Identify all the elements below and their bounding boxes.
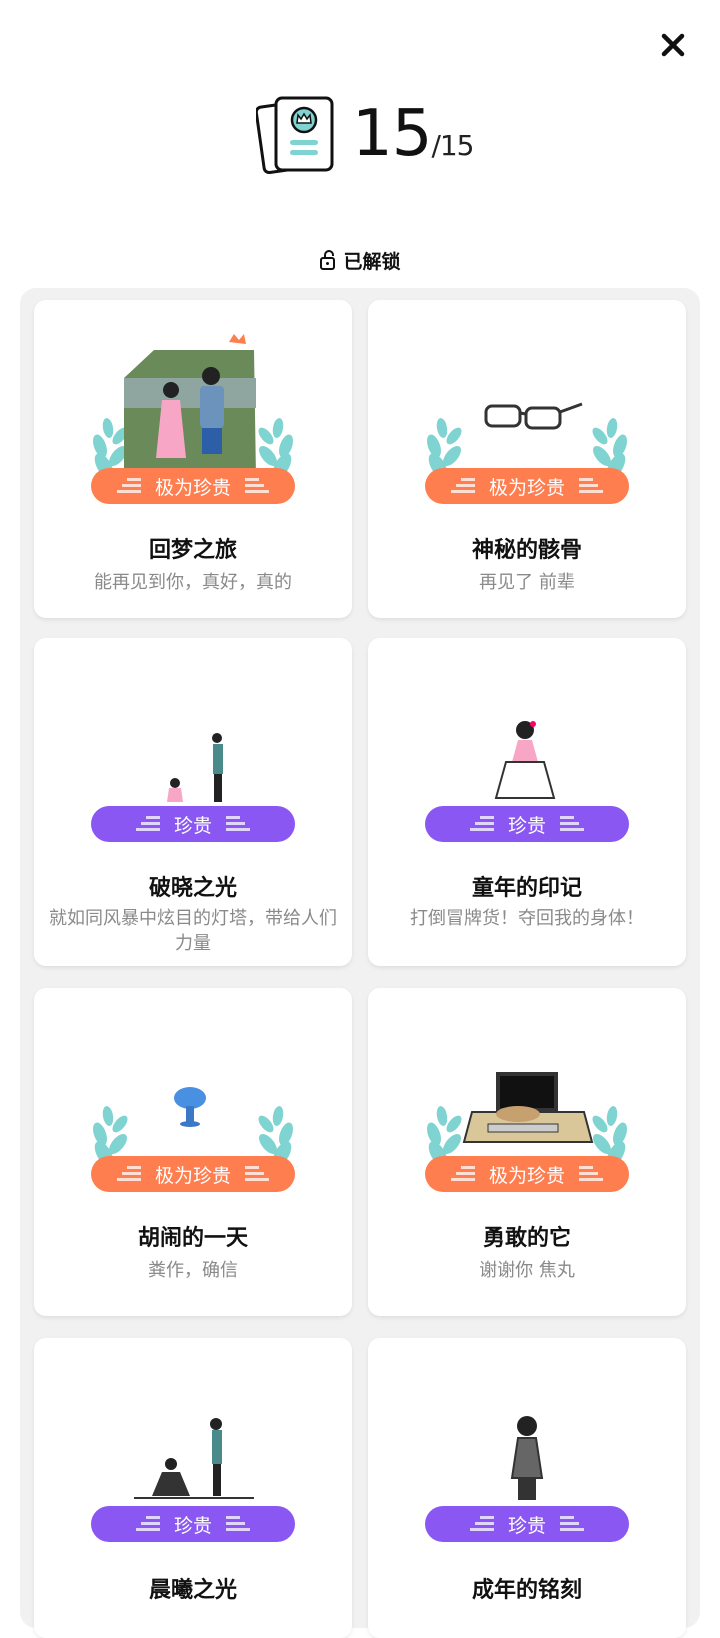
badge-bars-icon <box>135 1516 160 1531</box>
unlocked-count-value: 15 <box>352 97 432 171</box>
rarity-badge: 极为珍贵 <box>91 1156 295 1192</box>
rarity-label: 极为珍贵 <box>154 1164 231 1187</box>
badge-bars-icon <box>116 478 141 493</box>
card-title: 成年的铭刻 <box>471 1578 582 1603</box>
card-grid: 极为珍贵 回梦之旅 能再见到你，真好，真的 极为珍贵 神秘的骸骨 再见了 前辈 … <box>20 288 700 1638</box>
unlocked-filter[interactable]: 已解锁 <box>0 245 720 275</box>
collection-card[interactable]: 极为珍贵 胡闹的一天 粪作，确信 <box>34 988 352 1316</box>
card-art-glasses <box>427 402 627 478</box>
badge-bars-icon <box>245 1166 269 1181</box>
badge-bars-icon <box>469 816 494 831</box>
collection-card[interactable]: 珍贵 破晓之光 就如同风暴中炫目的灯塔，带给人们力量 <box>34 638 352 966</box>
badge-bars-icon <box>226 816 250 831</box>
card-description: 谢谢你 焦丸 <box>479 1260 575 1281</box>
card-title: 晨曦之光 <box>148 1578 237 1603</box>
close-button[interactable] <box>656 28 690 62</box>
collection-card[interactable]: 珍贵 晨曦之光 <box>34 1338 352 1638</box>
unlock-icon <box>320 250 336 270</box>
collection-header: 15/15 <box>0 90 720 190</box>
card-title: 回梦之旅 <box>148 538 237 563</box>
card-description: 再见了 前辈 <box>479 572 575 593</box>
card-description: 打倒冒牌货！夺回我的身体！ <box>410 908 644 929</box>
card-art-morning-light <box>134 1418 254 1499</box>
rarity-label: 极为珍贵 <box>488 1164 565 1187</box>
badge-bars-icon <box>450 1166 475 1181</box>
rarity-label: 珍贵 <box>507 814 546 837</box>
rarity-badge: 珍贵 <box>425 806 629 842</box>
badge-bars-icon <box>469 1516 494 1531</box>
badge-bars-icon <box>245 478 269 493</box>
card-title: 童年的印记 <box>471 876 582 901</box>
rarity-badge: 珍贵 <box>91 806 295 842</box>
close-icon <box>661 33 685 57</box>
rarity-badge: 珍贵 <box>91 1506 295 1542</box>
badge-bars-icon <box>226 1516 250 1531</box>
badge-bars-icon <box>579 478 603 493</box>
card-title: 胡闹的一天 <box>137 1226 248 1251</box>
rarity-badge: 珍贵 <box>425 1506 629 1542</box>
card-art-silly-day <box>93 1087 293 1166</box>
unlocked-label: 已解锁 <box>343 250 401 273</box>
badge-bars-icon <box>450 478 475 493</box>
badge-bars-icon <box>135 816 160 831</box>
card-book-icon <box>256 96 334 174</box>
card-art-dream-trip <box>93 334 293 478</box>
card-description: 能再见到你，真好，真的 <box>94 572 292 593</box>
rarity-badge: 极为珍贵 <box>425 1156 629 1192</box>
card-art-dawn-light <box>167 733 223 802</box>
card-description: 粪作，确信 <box>148 1260 238 1281</box>
collection-card[interactable]: 珍贵 童年的印记 打倒冒牌货！夺回我的身体！ <box>368 638 686 966</box>
badge-bars-icon <box>560 1516 584 1531</box>
total-count: /15 <box>431 129 474 162</box>
rarity-label: 珍贵 <box>507 1514 546 1537</box>
rarity-label: 珍贵 <box>173 1514 212 1537</box>
card-art-childhood-mark <box>494 721 556 799</box>
card-art-brave-cat <box>427 1072 627 1166</box>
unlocked-count: 15/15 <box>352 97 475 182</box>
rarity-badge: 极为珍贵 <box>91 468 295 504</box>
badge-bars-icon <box>116 1166 141 1181</box>
card-title: 破晓之光 <box>148 876 237 901</box>
card-art-adult-mark <box>510 1416 544 1500</box>
badge-bars-icon <box>579 1166 603 1181</box>
collection-card[interactable]: 极为珍贵 勇敢的它 谢谢你 焦丸 <box>368 988 686 1316</box>
collection-card[interactable]: 珍贵 成年的铭刻 <box>368 1338 686 1638</box>
card-title: 勇敢的它 <box>482 1226 571 1251</box>
rarity-label: 极为珍贵 <box>488 476 565 499</box>
rarity-label: 珍贵 <box>173 814 212 837</box>
card-description: 就如同风暴中炫目的灯塔，带给人们力量 <box>49 908 337 954</box>
rarity-label: 极为珍贵 <box>154 476 231 499</box>
rarity-badge: 极为珍贵 <box>425 468 629 504</box>
collection-card[interactable]: 极为珍贵 回梦之旅 能再见到你，真好，真的 <box>34 300 352 618</box>
card-title: 神秘的骸骨 <box>471 538 582 563</box>
collection-card[interactable]: 极为珍贵 神秘的骸骨 再见了 前辈 <box>368 300 686 618</box>
badge-bars-icon <box>560 816 584 831</box>
